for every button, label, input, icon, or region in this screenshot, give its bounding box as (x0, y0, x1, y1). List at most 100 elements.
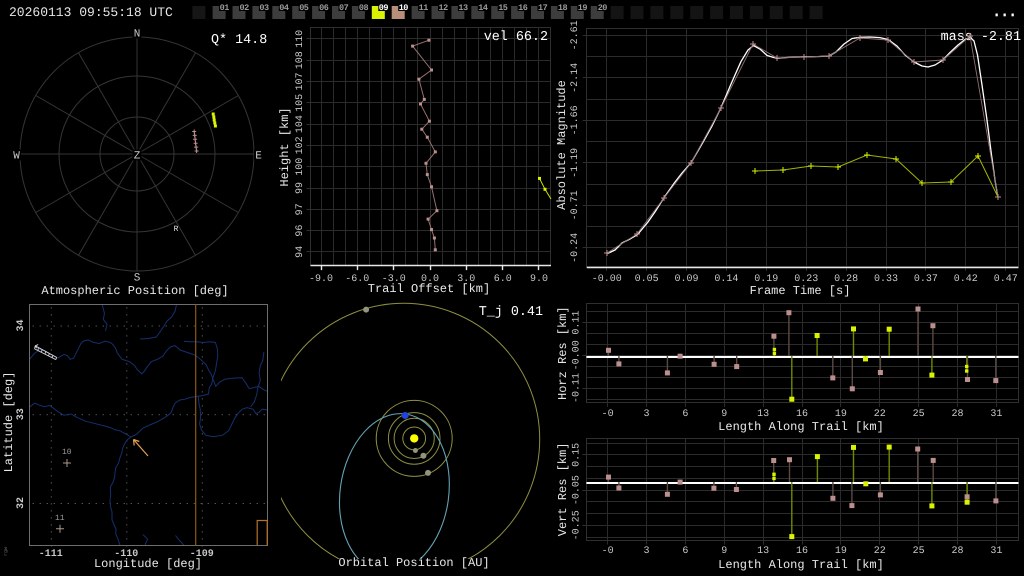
svg-text:-0.11: -0.11 (572, 373, 583, 403)
svg-text:-0.71: -0.71 (570, 190, 581, 220)
svg-text:vel 66.2: vel 66.2 (484, 30, 548, 45)
svg-text:0.14: 0.14 (714, 274, 738, 285)
svg-text:mass -2.81: mass -2.81 (941, 30, 1021, 45)
svg-text:6: 6 (682, 409, 688, 420)
svg-text:01: 01 (220, 3, 230, 13)
svg-text:14: 14 (478, 3, 488, 13)
svg-text:04: 04 (279, 3, 289, 13)
svg-text:10: 10 (62, 448, 72, 457)
svg-text:102: 102 (295, 136, 306, 154)
svg-text:32: 32 (16, 497, 27, 509)
svg-text:-6.0: -6.0 (345, 274, 369, 285)
svg-text:22: 22 (874, 546, 886, 557)
svg-text:-0.25: -0.25 (572, 510, 583, 540)
svg-text:rgw: rgw (3, 547, 9, 556)
svg-text:Z: Z (134, 151, 141, 163)
svg-text:0.33: 0.33 (874, 274, 898, 285)
svg-text:Height [km]: Height [km] (278, 107, 292, 186)
svg-text:97: 97 (295, 203, 306, 215)
svg-text:-9.0: -9.0 (309, 274, 333, 285)
svg-text:11: 11 (55, 514, 65, 523)
svg-text:R: R (174, 225, 179, 234)
svg-text:96: 96 (295, 225, 306, 237)
svg-text:Frame Time [s]: Frame Time [s] (750, 284, 851, 298)
svg-text:T_j 0.41: T_j 0.41 (479, 305, 543, 320)
svg-text:12: 12 (439, 3, 449, 13)
svg-text:-1.66: -1.66 (570, 105, 581, 135)
svg-text:08: 08 (359, 3, 369, 13)
svg-text:0.05: 0.05 (635, 274, 659, 285)
svg-text:-0.00: -0.00 (572, 340, 583, 370)
svg-text:-0.00: -0.00 (592, 274, 622, 285)
svg-text:108: 108 (295, 51, 306, 69)
svg-text:Latitude [deg]: Latitude [deg] (2, 372, 16, 473)
svg-text:Length Along Trail [km]: Length Along Trail [km] (718, 420, 884, 434)
svg-text:9.0: 9.0 (530, 274, 548, 285)
svg-text:33: 33 (16, 408, 27, 420)
svg-text:10: 10 (399, 3, 409, 13)
svg-text:-1.19: -1.19 (570, 148, 581, 178)
svg-text:9: 9 (721, 409, 727, 420)
svg-text:28: 28 (951, 546, 963, 557)
svg-text:0.37: 0.37 (914, 274, 938, 285)
svg-text:Longitude [deg]: Longitude [deg] (94, 557, 202, 571)
svg-text:Vert Res [km]: Vert Res [km] (556, 443, 570, 537)
svg-text:28: 28 (951, 409, 963, 420)
svg-text:110: 110 (295, 30, 306, 48)
svg-text:0.15: 0.15 (572, 443, 583, 467)
svg-text:0.47: 0.47 (994, 274, 1018, 285)
svg-text:11: 11 (419, 3, 429, 13)
svg-text:16: 16 (518, 3, 528, 13)
svg-text:07: 07 (339, 3, 349, 13)
svg-text:Atmospheric Position [deg]: Atmospheric Position [deg] (41, 284, 228, 298)
svg-text:Absolute Magnitude: Absolute Magnitude (555, 80, 569, 210)
svg-text:03: 03 (259, 3, 269, 13)
svg-text:19: 19 (835, 546, 847, 557)
svg-text:13: 13 (757, 409, 769, 420)
svg-text:Length Along Trail [km]: Length Along Trail [km] (718, 558, 884, 572)
svg-text:-0.05: -0.05 (572, 475, 583, 505)
svg-text:05: 05 (299, 3, 309, 13)
svg-text:31: 31 (990, 409, 1002, 420)
svg-text:9: 9 (721, 546, 727, 557)
svg-text:09: 09 (379, 3, 389, 13)
svg-text:19: 19 (835, 409, 847, 420)
svg-text:W: W (13, 151, 20, 163)
svg-text:Q* 14.8: Q* 14.8 (211, 33, 267, 48)
svg-text:15: 15 (498, 3, 508, 13)
svg-text:-0: -0 (602, 409, 614, 420)
svg-text:06: 06 (319, 3, 329, 13)
svg-text:25: 25 (913, 546, 925, 557)
svg-text:94: 94 (295, 246, 306, 258)
svg-text:18: 18 (558, 3, 568, 13)
svg-text:6.0: 6.0 (494, 274, 512, 285)
svg-text:16: 16 (796, 546, 808, 557)
svg-text:100: 100 (295, 158, 306, 176)
svg-text:13: 13 (757, 546, 769, 557)
svg-text:22: 22 (874, 409, 886, 420)
svg-text:-0.24: -0.24 (570, 233, 581, 263)
svg-text:0.09: 0.09 (674, 274, 698, 285)
svg-text:34: 34 (16, 319, 27, 331)
svg-text:25: 25 (913, 409, 925, 420)
svg-text:Orbital Position [AU]: Orbital Position [AU] (338, 556, 489, 570)
svg-text:107: 107 (295, 72, 306, 90)
svg-text:-2.14: -2.14 (570, 63, 581, 93)
svg-text:105: 105 (295, 94, 306, 112)
svg-text:16: 16 (796, 409, 808, 420)
svg-text:17: 17 (538, 3, 548, 13)
svg-text:N: N (134, 29, 141, 41)
svg-text:31: 31 (990, 546, 1002, 557)
svg-text:0.42: 0.42 (954, 274, 978, 285)
svg-text:104: 104 (295, 115, 306, 133)
svg-text:-111: -111 (39, 549, 63, 560)
svg-text:3: 3 (643, 409, 649, 420)
svg-text:20260113 09:55:18 UTC: 20260113 09:55:18 UTC (9, 5, 173, 20)
svg-text:S: S (134, 273, 141, 285)
svg-text:6: 6 (682, 546, 688, 557)
svg-text:19: 19 (578, 3, 588, 13)
svg-text:3: 3 (643, 546, 649, 557)
svg-text:-2.61: -2.61 (570, 20, 581, 50)
svg-text:Trail Offset [km]: Trail Offset [km] (368, 282, 490, 296)
svg-text:-0: -0 (602, 546, 614, 557)
